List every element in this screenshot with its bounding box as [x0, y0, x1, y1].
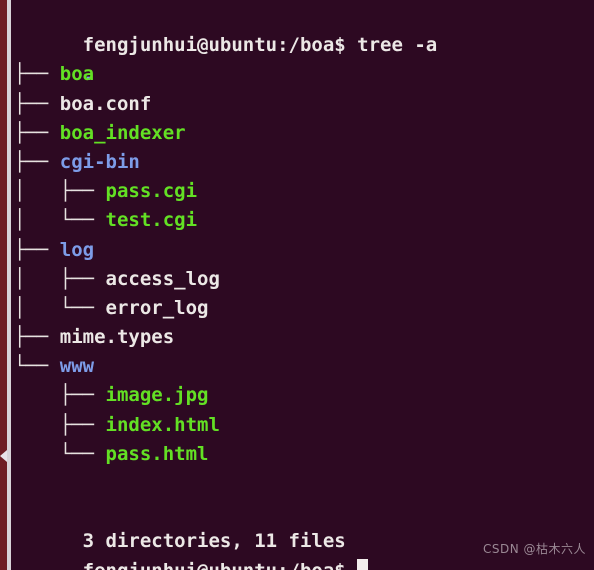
tree-branch-glyph: ├──: [14, 413, 106, 436]
tree-row: ├── log: [14, 236, 594, 265]
tree-branch-glyph: └──: [14, 442, 106, 465]
tree-row: ├── cgi-bin: [14, 148, 594, 177]
tree-entry-name: boa_indexer: [59, 121, 186, 144]
tree-row: ├── boa_indexer: [14, 119, 594, 148]
tree-branch-glyph: ├──: [14, 121, 60, 144]
tree-row: └── www: [14, 352, 594, 381]
tree-row: │ ├── access_log: [14, 265, 594, 294]
tree-entry-name: index.html: [105, 413, 220, 436]
tree-entry-name: www: [59, 355, 95, 378]
terminal-screen[interactable]: fengjunhui@ubuntu:/boa$ tree -a . ├── bo…: [11, 0, 594, 570]
tree-branch-glyph: ├──: [14, 63, 60, 86]
tree-row: ├── boa: [14, 60, 594, 89]
tree-row: ├── boa.conf: [14, 90, 594, 119]
tree-entry-name: test.cgi: [105, 209, 198, 232]
tree-row: └── pass.html: [14, 440, 594, 469]
tree-output: ├── boa ├── boa.conf ├── boa_indexer ├── cg…: [14, 60, 594, 469]
tree-entry-name: boa: [59, 63, 95, 86]
tree-row: ├── image.jpg: [14, 381, 594, 410]
tree-entry-name: access_log: [105, 267, 220, 290]
terminal-window: fengjunhui@ubuntu:/boa$ tree -a . ├── bo…: [0, 0, 594, 570]
tree-entry-name: pass.cgi: [105, 180, 198, 203]
tree-row: │ ├── pass.cgi: [14, 177, 594, 206]
tree-row: ├── mime.types: [14, 323, 594, 352]
tree-branch-glyph: ├──: [14, 326, 60, 349]
tree-entry-name: boa.conf: [59, 92, 152, 115]
tree-entry-name: pass.html: [105, 442, 209, 465]
watermark: CSDN @枯木六人: [482, 541, 586, 556]
tree-row: ├── index.html: [14, 411, 594, 440]
text-cursor[interactable]: [357, 558, 369, 570]
tree-row: │ └── test.cgi: [14, 206, 594, 235]
tree-branch-glyph: ├──: [14, 150, 60, 173]
terminal-left-chrome: [0, 0, 11, 570]
left-triangle-marker-icon[interactable]: [0, 450, 7, 462]
final-prompt-text: fengjunhui@ubuntu:/boa$: [83, 560, 346, 570]
tree-summary-line: 3 directories, 11 files: [14, 498, 594, 552]
tree-branch-glyph: └──: [14, 355, 60, 378]
tree-summary-text: 3 directories, 11 files: [82, 530, 346, 553]
tree-row: │ └── error_log: [14, 294, 594, 323]
tree-branch-glyph: │ ├──: [14, 180, 106, 203]
tree-branch-glyph: ├──: [14, 238, 60, 261]
command-line: fengjunhui@ubuntu:/boa$ tree -a: [14, 2, 594, 56]
tree-branch-glyph: ├──: [14, 384, 106, 407]
tree-branch-glyph: │ └──: [14, 296, 106, 319]
tree-branch-glyph: │ └──: [14, 209, 106, 232]
tree-entry-name: error_log: [105, 296, 209, 319]
tree-branch-glyph: ├──: [14, 92, 60, 115]
tree-entry-name: cgi-bin: [59, 150, 140, 173]
left-accent-strip: [0, 0, 7, 570]
tree-entry-name: log: [59, 238, 95, 261]
tree-branch-glyph: │ ├──: [14, 267, 106, 290]
tree-entry-name: mime.types: [59, 326, 175, 349]
tree-entry-name: image.jpg: [105, 384, 209, 407]
command-line-text: fengjunhui@ubuntu:/boa$ tree -a: [82, 34, 438, 57]
